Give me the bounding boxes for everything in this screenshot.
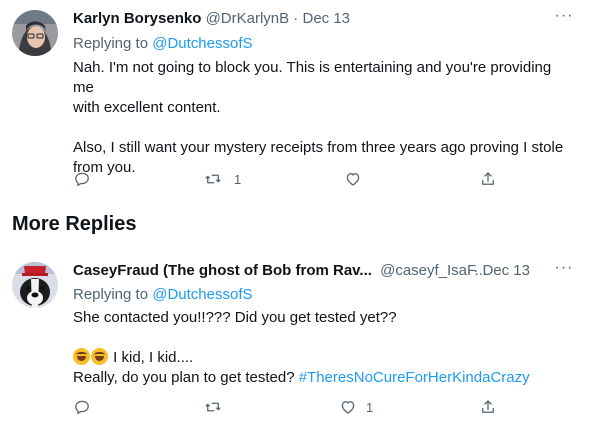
retweet-button[interactable]	[204, 397, 222, 417]
reply-icon	[75, 172, 89, 187]
author-handle[interactable]: @caseyf_IsaF...	[380, 262, 487, 279]
section-title: More Replies	[12, 213, 137, 235]
tweet-caseyfraud[interactable]: CaseyFraud (The ghost of Bob from Rav...…	[0, 252, 589, 425]
author-name[interactable]: Karlyn Borysenko	[73, 10, 201, 27]
reply-button[interactable]	[73, 169, 91, 189]
share-icon	[482, 172, 494, 185]
tweet-line-text: Really, do you plan to get tested?	[73, 369, 299, 386]
tweet-line: with excellent content.	[73, 99, 221, 116]
tweet-header: Karlyn Borysenko @DrKarlynB · Dec 13 ···	[73, 8, 575, 29]
heart-icon	[346, 173, 360, 186]
hashtag-link[interactable]: #TheresNoCureForHerKindaCrazy	[299, 369, 530, 386]
reply-icon	[75, 400, 89, 415]
more-options-icon[interactable]: ···	[553, 8, 575, 29]
tweet-timestamp: · Dec 13	[473, 261, 530, 281]
tweet-line: Nah. I'm not going to block you. This is…	[73, 59, 552, 96]
tweet-karlyn[interactable]: Karlyn Borysenko @DrKarlynB · Dec 13 ···…	[0, 0, 589, 200]
like-button[interactable]: 1	[339, 397, 373, 417]
separator: ·	[289, 10, 303, 27]
reply-button[interactable]	[73, 397, 91, 417]
replying-to: Replying to @DutchessofS	[73, 34, 575, 54]
replying-to-label: Replying to	[73, 35, 153, 52]
retweet-icon	[205, 174, 221, 184]
retweet-count: 1	[234, 171, 242, 187]
avatar[interactable]	[12, 10, 58, 56]
rolling-on-floor-laughing-emoji-icon	[91, 348, 108, 365]
tweet-line: Also, I still want your mystery receipts…	[73, 139, 564, 156]
share-button[interactable]	[479, 169, 497, 189]
like-button[interactable]	[344, 169, 362, 189]
share-button[interactable]	[479, 397, 497, 417]
tweet-line: She contacted you!!??? Did you get teste…	[73, 309, 397, 326]
tweet-line: Really, do you plan to get tested? #Ther…	[73, 368, 575, 388]
tweet-header: CaseyFraud (The ghost of Bob from Rav...…	[73, 260, 575, 281]
tweet-actions: 1	[73, 169, 503, 189]
like-count: 1	[366, 399, 374, 415]
tweet-date[interactable]: Dec 13	[302, 10, 350, 27]
retweet-icon	[205, 402, 221, 412]
retweet-button[interactable]: 1	[204, 169, 241, 189]
replying-to-handle[interactable]: @DutchessofS	[152, 286, 252, 303]
tweet-line-text: I kid, I kid....	[109, 349, 194, 366]
heart-icon	[341, 401, 355, 414]
tweet-text: Nah. I'm not going to block you. This is…	[73, 58, 575, 178]
author-handle[interactable]: @DrKarlynB	[206, 10, 290, 27]
tweet-actions: 1	[73, 397, 503, 417]
tweet-text: She contacted you!!??? Did you get teste…	[73, 308, 575, 388]
tweet-line: I kid, I kid....	[73, 348, 575, 368]
author-name[interactable]: CaseyFraud (The ghost of Bob from Rav...	[73, 262, 372, 279]
more-options-icon[interactable]: ···	[553, 260, 575, 281]
replying-to: Replying to @DutchessofS	[73, 285, 575, 305]
avatar[interactable]	[12, 262, 58, 308]
replying-to-label: Replying to	[73, 286, 153, 303]
share-icon	[482, 400, 494, 413]
tweet-date[interactable]: Dec 13	[482, 262, 530, 279]
replying-to-handle[interactable]: @DutchessofS	[152, 35, 252, 52]
rolling-on-floor-laughing-emoji-icon	[73, 348, 90, 365]
